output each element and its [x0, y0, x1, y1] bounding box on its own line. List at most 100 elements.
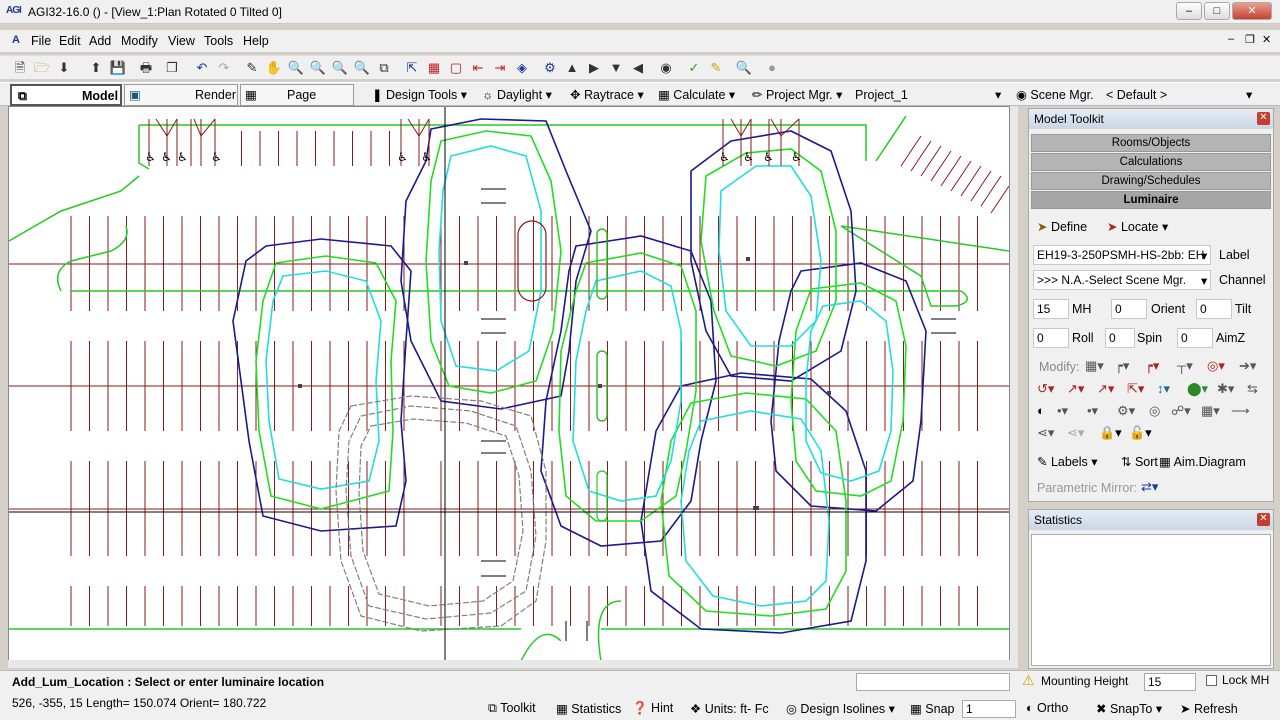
scene-select[interactable]: < Default > ▾ [1106, 85, 1256, 105]
photometry-icon[interactable]: ✱▾ [1217, 381, 1234, 397]
gear-node-icon[interactable]: ⚙▾ [1117, 403, 1135, 419]
view-front-icon[interactable]: ▦ [424, 58, 444, 78]
menu-help[interactable]: Help [243, 34, 269, 48]
line-icon[interactable]: ⟶ [1231, 403, 1250, 419]
close-button[interactable]: ✕ [1232, 2, 1272, 20]
vertical-scrollbar[interactable] [1010, 106, 1018, 668]
pan-icon[interactable]: ✋ [264, 58, 284, 78]
rotate-left-icon[interactable]: ⇤ [468, 58, 488, 78]
array-icon[interactable]: ▦▾ [1085, 358, 1104, 374]
category-luminaire[interactable]: Luminaire [1031, 191, 1271, 209]
channel-select[interactable]: >>> N.A.-Select Scene Mgr. [1033, 270, 1211, 290]
import-icon[interactable]: ⬇ [54, 58, 74, 78]
raytrace-menu[interactable]: ✥ Raytrace ▾ [570, 85, 644, 105]
category-calculations[interactable]: Calculations [1031, 153, 1271, 171]
minimize-button[interactable]: – [1176, 2, 1202, 20]
refresh-button[interactable]: ➤ Refresh [1180, 701, 1238, 716]
height-icon[interactable]: ↕▾ [1157, 381, 1170, 397]
new-file-icon[interactable]: 🗎 [10, 58, 30, 78]
mdi-close-button[interactable]: ✕ [1262, 33, 1271, 46]
snap-input[interactable]: 1 [962, 700, 1016, 718]
unlock-icon[interactable]: 🔓▾ [1129, 425, 1152, 441]
aimz-input[interactable]: 0 [1177, 328, 1213, 348]
lock-icon[interactable]: 🔒▾ [1099, 425, 1122, 441]
view-side-icon[interactable]: ▢ [446, 58, 466, 78]
tab-page-builder[interactable]: ▦ Page Builder [240, 84, 354, 122]
toolkit-close-button[interactable]: ✕ [1257, 112, 1270, 125]
swap-icon[interactable]: ⇆ [1247, 381, 1258, 397]
grid-icon[interactable]: ▦▾ [1201, 403, 1220, 419]
globe-icon[interactable]: ☍▾ [1171, 403, 1191, 419]
view-3d-icon[interactable]: ◈ [512, 58, 532, 78]
menu-edit[interactable]: Edit [59, 34, 81, 48]
tab-render[interactable]: ▣ Render [124, 84, 238, 106]
locate-button[interactable]: ➤ Locate ▾ [1107, 219, 1168, 234]
toolkit-toggle[interactable]: ⧉ Toolkit [488, 701, 536, 716]
highlight-icon[interactable]: ✎ [706, 58, 726, 78]
mounting-height-input[interactable]: 15 [1144, 673, 1196, 691]
category-drawing-schedules[interactable]: Drawing/Schedules [1031, 172, 1271, 190]
sphere-icon[interactable]: ● [762, 58, 782, 78]
drawing-viewport[interactable]: ♿ ♿ ♿ ♿ ♿ ♿ ♿ ♿ ♿ ♿ [8, 106, 1010, 668]
zoom-in-icon[interactable]: 🔍 [286, 58, 306, 78]
half-circle-icon[interactable]: ◐ [1037, 403, 1045, 418]
aim-icon[interactable]: ↗▾ [1067, 381, 1084, 397]
zoom-out-icon[interactable]: 🔍 [308, 58, 328, 78]
menu-file[interactable]: File [31, 34, 51, 48]
pole-icon[interactable]: ┬▾ [1177, 358, 1193, 374]
zoom-all-icon[interactable]: ⧉ [374, 58, 394, 78]
view-plan-icon[interactable]: ⇱ [402, 58, 422, 78]
aim-red-icon[interactable]: ↗▾ [1097, 381, 1114, 397]
tab-model[interactable]: ⧉ Model [10, 84, 122, 106]
tilt-icon[interactable]: ⇱▾ [1127, 381, 1144, 397]
mirror-icon[interactable]: ⇄▾ [1141, 479, 1158, 495]
scene-mgr-button[interactable]: ◉ Scene Mgr. [1016, 85, 1094, 105]
pencil-icon[interactable]: ✎ [242, 58, 262, 78]
roll-input[interactable]: 0 [1033, 328, 1069, 348]
nav-east-icon[interactable]: ▶ [584, 58, 604, 78]
labels-menu[interactable]: ✎ Labels ▾ [1037, 454, 1098, 469]
hint-toggle[interactable]: ❓ Hint [632, 701, 673, 716]
save-icon[interactable]: 💾 [108, 58, 128, 78]
export-icon[interactable]: ⬆ [86, 58, 106, 78]
find-icon[interactable]: 🔍 [734, 58, 754, 78]
target-icon[interactable]: ◎▾ [1207, 358, 1225, 374]
category-rooms-objects[interactable]: Rooms/Objects [1031, 134, 1271, 152]
snap-toggle[interactable]: ▦ Snap [910, 701, 955, 716]
statistics-close-button[interactable]: ✕ [1257, 513, 1270, 526]
camera-icon[interactable]: ◉ [656, 58, 676, 78]
menu-tools[interactable]: Tools [204, 34, 233, 48]
define-button[interactable]: ➤ Define [1037, 219, 1087, 234]
lock-mh-checkbox[interactable] [1206, 675, 1217, 686]
mdi-restore-button[interactable]: ❐ [1245, 33, 1255, 46]
nav-west-icon[interactable]: ◀ [628, 58, 648, 78]
spin-input[interactable]: 0 [1105, 328, 1135, 348]
command-input[interactable] [856, 673, 1010, 691]
node-icon[interactable]: •▾ [1057, 403, 1068, 419]
node-dash-icon[interactable]: •▾ [1087, 403, 1098, 419]
plan-drawing[interactable]: ♿ ♿ ♿ ♿ ♿ ♿ ♿ ♿ ♿ ♿ [9, 107, 1010, 668]
maximize-button[interactable]: □ [1204, 2, 1230, 20]
snapto-menu[interactable]: ✖ SnapTo ▾ [1096, 701, 1162, 716]
aim-diagram-button[interactable]: ▦ Aim.Diagram [1159, 454, 1246, 469]
mh-input[interactable]: 15 [1033, 299, 1069, 319]
tilt-input[interactable]: 0 [1196, 299, 1232, 319]
nav-south-icon[interactable]: ▼ [606, 58, 626, 78]
project-select[interactable]: Project_1 ▾ [855, 85, 1005, 105]
redo-icon[interactable]: ↷ [214, 58, 234, 78]
circle-icon[interactable]: ⬤▾ [1187, 381, 1208, 397]
edit-check-icon[interactable]: ✓ [684, 58, 704, 78]
orient-input[interactable]: 0 [1111, 299, 1147, 319]
arrow-icon[interactable]: ➔▾ [1239, 358, 1256, 374]
ortho-toggle[interactable]: ◐ Ortho [1026, 701, 1068, 715]
mdi-minimize-button[interactable]: – [1228, 33, 1234, 45]
branch-icon[interactable]: ⋖▾ [1037, 425, 1054, 441]
spiral-icon[interactable]: ◎ [1149, 403, 1160, 419]
undo-icon[interactable]: ↶ [192, 58, 212, 78]
luminaire-label-select[interactable]: EH19-3-250PSMH-HS-2bb: EH [1033, 245, 1211, 265]
rotate-icon[interactable]: ↺▾ [1037, 381, 1054, 397]
statistics-toggle[interactable]: ▦ Statistics [556, 701, 621, 716]
sort-button[interactable]: ⇅ Sort [1121, 454, 1158, 469]
align-red-icon[interactable]: ┍▾ [1145, 358, 1159, 374]
rotate-right-icon[interactable]: ⇥ [490, 58, 510, 78]
